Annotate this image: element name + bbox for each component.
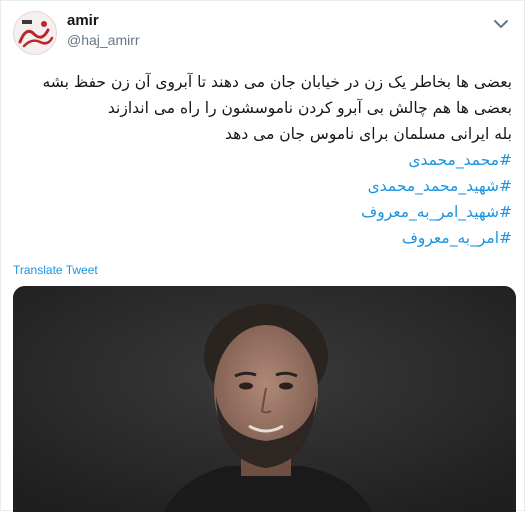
chevron-down-icon[interactable] [492, 15, 510, 28]
tweet-text: بعضی ها بخاطر یک زن در خیابان جان می دهن… [13, 69, 513, 251]
tweet-line: بله ایرانی مسلمان برای ناموس جان می دهد [225, 125, 512, 143]
hashtag-link[interactable]: #شهید_محمد_محمدی [13, 173, 512, 199]
portrait-photo-icon [13, 286, 516, 512]
avatar[interactable] [13, 11, 57, 55]
tweet-line: بعضی ها بخاطر یک زن در خیابان جان می دهن… [42, 73, 513, 91]
tweet-media-image[interactable] [13, 286, 516, 512]
hashtag-link[interactable]: #محمد_محمدی [13, 147, 512, 173]
hashtag-link[interactable]: #شهید_امر_به_معروف [13, 199, 512, 225]
hashtag-link[interactable]: #امر_به_معروف [13, 225, 512, 251]
translate-tweet-link[interactable]: Translate Tweet [13, 263, 98, 277]
user-handle[interactable]: @haj_amirr [67, 32, 140, 48]
user-name[interactable]: amir [67, 12, 99, 29]
profile-avatar-calligraphy-icon [14, 12, 56, 54]
tweet-line: بعضی ها هم چالش بی آبرو کردن ناموسشون را… [107, 99, 512, 117]
tweet-card: amir @haj_amirr بعضی ها بخاطر یک زن در خ… [0, 0, 525, 512]
